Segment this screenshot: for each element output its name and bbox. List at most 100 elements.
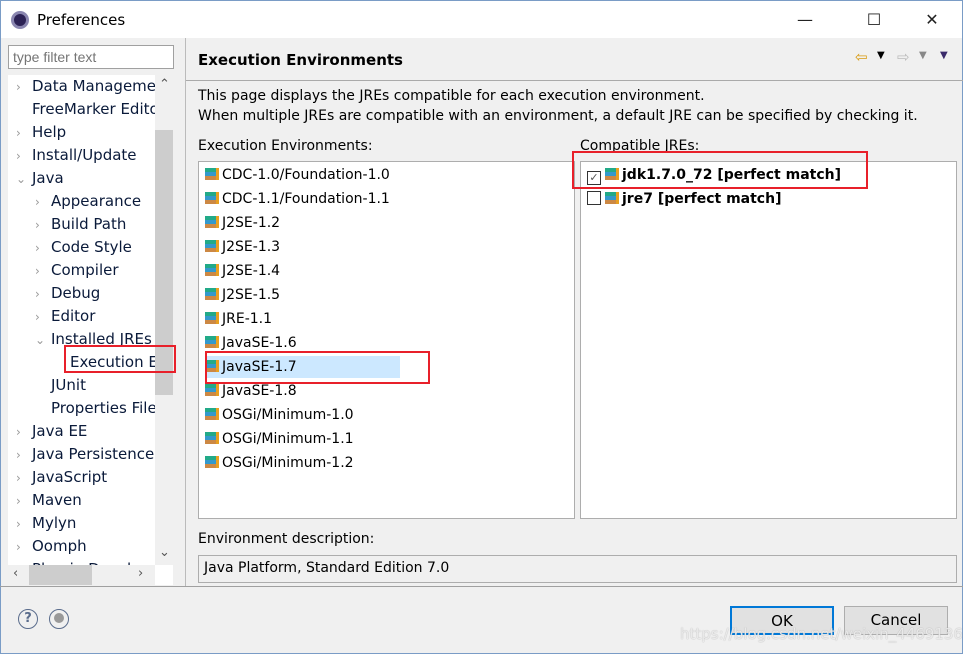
- environment-label: CDC-1.1/Foundation-1.1: [222, 191, 390, 207]
- expand-toggle-icon[interactable]: ⌄: [16, 168, 32, 191]
- jre-checkbox[interactable]: [587, 191, 601, 205]
- expand-toggle-icon[interactable]: ›: [35, 306, 51, 329]
- help-icon[interactable]: ?: [18, 609, 38, 629]
- tree-item[interactable]: › Oomph: [16, 535, 87, 558]
- expand-toggle-icon[interactable]: ›: [35, 214, 51, 237]
- expand-toggle-icon[interactable]: ›: [35, 191, 51, 214]
- bottom-separator: [0, 586, 963, 587]
- tree-item[interactable]: JUnit: [35, 374, 86, 397]
- scroll-left-icon[interactable]: ‹: [13, 566, 18, 581]
- environment-label: OSGi/Minimum-1.2: [222, 455, 354, 471]
- preferences-tree: › Data Managemer FreeMarker Edito › Help › Ins…: [8, 75, 173, 585]
- environment-row[interactable]: J2SE-1.5: [205, 284, 280, 306]
- maximize-button[interactable]: ☐: [851, 1, 897, 39]
- tree-item-label: Appearance: [51, 192, 142, 210]
- expand-toggle-icon[interactable]: ›: [35, 260, 51, 283]
- tree-item-label: Debug: [51, 284, 101, 302]
- forward-icon[interactable]: ⇨: [897, 48, 910, 66]
- environment-row[interactable]: J2SE-1.3: [205, 236, 280, 258]
- environment-row[interactable]: J2SE-1.2: [205, 212, 280, 234]
- environment-label: JavaSE-1.6: [222, 335, 297, 351]
- tree-item[interactable]: › Java EE: [16, 420, 87, 443]
- env-description-field: Java Platform, Standard Edition 7.0: [198, 555, 957, 583]
- library-icon: [205, 240, 219, 252]
- tree-item[interactable]: › Debug: [35, 282, 100, 305]
- scroll-up-icon[interactable]: ⌃: [159, 77, 170, 92]
- tree-item-label: Java: [32, 169, 64, 187]
- library-icon: [205, 264, 219, 276]
- tree-item-label: Build Path: [51, 215, 127, 233]
- tree-item[interactable]: › Data Managemer: [16, 75, 162, 98]
- tree-item[interactable]: › Maven: [16, 489, 82, 512]
- environment-row[interactable]: OSGi/Minimum-1.2: [205, 452, 354, 474]
- environment-row[interactable]: CDC-1.0/Foundation-1.0: [205, 164, 390, 186]
- environment-row[interactable]: JRE-1.1: [205, 308, 272, 330]
- tree-item[interactable]: ⌄ Java: [16, 167, 64, 190]
- expand-toggle-icon[interactable]: ›: [16, 145, 32, 168]
- back-icon[interactable]: ⇦: [855, 48, 868, 66]
- title-bar: Preferences — ☐ ✕: [0, 0, 963, 38]
- expand-toggle-icon[interactable]: ›: [35, 237, 51, 260]
- environment-label: J2SE-1.2: [222, 215, 281, 231]
- tree-item[interactable]: › Build Path: [35, 213, 126, 236]
- tree-item[interactable]: › Code Style: [35, 236, 132, 259]
- expand-toggle-icon[interactable]: ⌄: [35, 329, 51, 352]
- environment-row[interactable]: OSGi/Minimum-1.0: [205, 404, 354, 426]
- back-menu-icon[interactable]: ▼: [877, 50, 885, 61]
- environment-row[interactable]: CDC-1.1/Foundation-1.1: [205, 188, 390, 210]
- page-title: Execution Environments: [198, 51, 403, 69]
- expand-toggle-icon[interactable]: ›: [16, 490, 32, 513]
- expand-toggle-icon[interactable]: ›: [16, 76, 32, 99]
- environment-row[interactable]: J2SE-1.4: [205, 260, 280, 282]
- environment-label: JRE-1.1: [222, 311, 273, 327]
- env-description-label: Environment description:: [198, 531, 375, 547]
- close-button[interactable]: ✕: [909, 1, 955, 39]
- jres-list: ✓ jdk1.7.0_72 [perfect match] jre7 [perfec…: [580, 161, 957, 519]
- scroll-down-icon[interactable]: ⌄: [159, 545, 170, 560]
- tree-item[interactable]: › Java Persistence: [16, 443, 154, 466]
- library-icon: [205, 312, 219, 324]
- tree-item-label: Data Managemer: [32, 77, 163, 95]
- tree-item-label: Oomph: [32, 537, 87, 555]
- header-separator: [186, 80, 963, 81]
- forward-menu-icon[interactable]: ▼: [919, 50, 927, 61]
- tree-item-label: Install/Update: [32, 146, 137, 164]
- filter-input[interactable]: [8, 45, 174, 69]
- tree-item[interactable]: › Compiler: [35, 259, 119, 282]
- tree-item[interactable]: › Editor: [35, 305, 95, 328]
- library-icon: [205, 408, 219, 420]
- library-icon: [205, 384, 219, 396]
- expand-toggle-icon[interactable]: ›: [16, 513, 32, 536]
- tree-item-label: Compiler: [51, 261, 119, 279]
- environment-label: JavaSE-1.8: [222, 383, 297, 399]
- tree-item[interactable]: › Install/Update: [16, 144, 137, 167]
- tree-item[interactable]: › Mylyn: [16, 512, 76, 535]
- environment-label: CDC-1.0/Foundation-1.0: [222, 167, 390, 183]
- jre-icon: [605, 192, 619, 204]
- expand-toggle-icon[interactable]: ›: [16, 536, 32, 559]
- description-line-2: When multiple JREs are compatible with a…: [198, 108, 918, 124]
- highlight-box: [64, 345, 176, 373]
- expand-toggle-icon[interactable]: ›: [16, 444, 32, 467]
- view-menu-icon[interactable]: ▼: [940, 50, 948, 61]
- sash[interactable]: [185, 38, 186, 586]
- tree-item[interactable]: › Help: [16, 121, 66, 144]
- expand-toggle-icon[interactable]: ›: [35, 283, 51, 306]
- tree-item-label: Mylyn: [32, 514, 77, 532]
- expand-toggle-icon[interactable]: ›: [16, 421, 32, 444]
- tree-item[interactable]: FreeMarker Edito: [16, 98, 159, 121]
- jre-row[interactable]: jre7 [perfect match]: [587, 188, 781, 210]
- import-export-icon[interactable]: [49, 609, 69, 629]
- highlight-box: [572, 151, 868, 189]
- tree-item[interactable]: › Appearance: [35, 190, 141, 213]
- expand-toggle-icon[interactable]: ›: [16, 467, 32, 490]
- library-icon: [205, 288, 219, 300]
- horizontal-scroll-thumb[interactable]: [29, 565, 92, 585]
- environment-row[interactable]: OSGi/Minimum-1.1: [205, 428, 354, 450]
- minimize-button[interactable]: —: [782, 1, 828, 39]
- scroll-right-icon[interactable]: ›: [138, 566, 143, 581]
- expand-toggle-icon[interactable]: ›: [16, 122, 32, 145]
- description-line-1: This page displays the JREs compatible f…: [198, 88, 705, 104]
- tree-item[interactable]: › JavaScript: [16, 466, 107, 489]
- tree-item[interactable]: Properties File: [35, 397, 157, 420]
